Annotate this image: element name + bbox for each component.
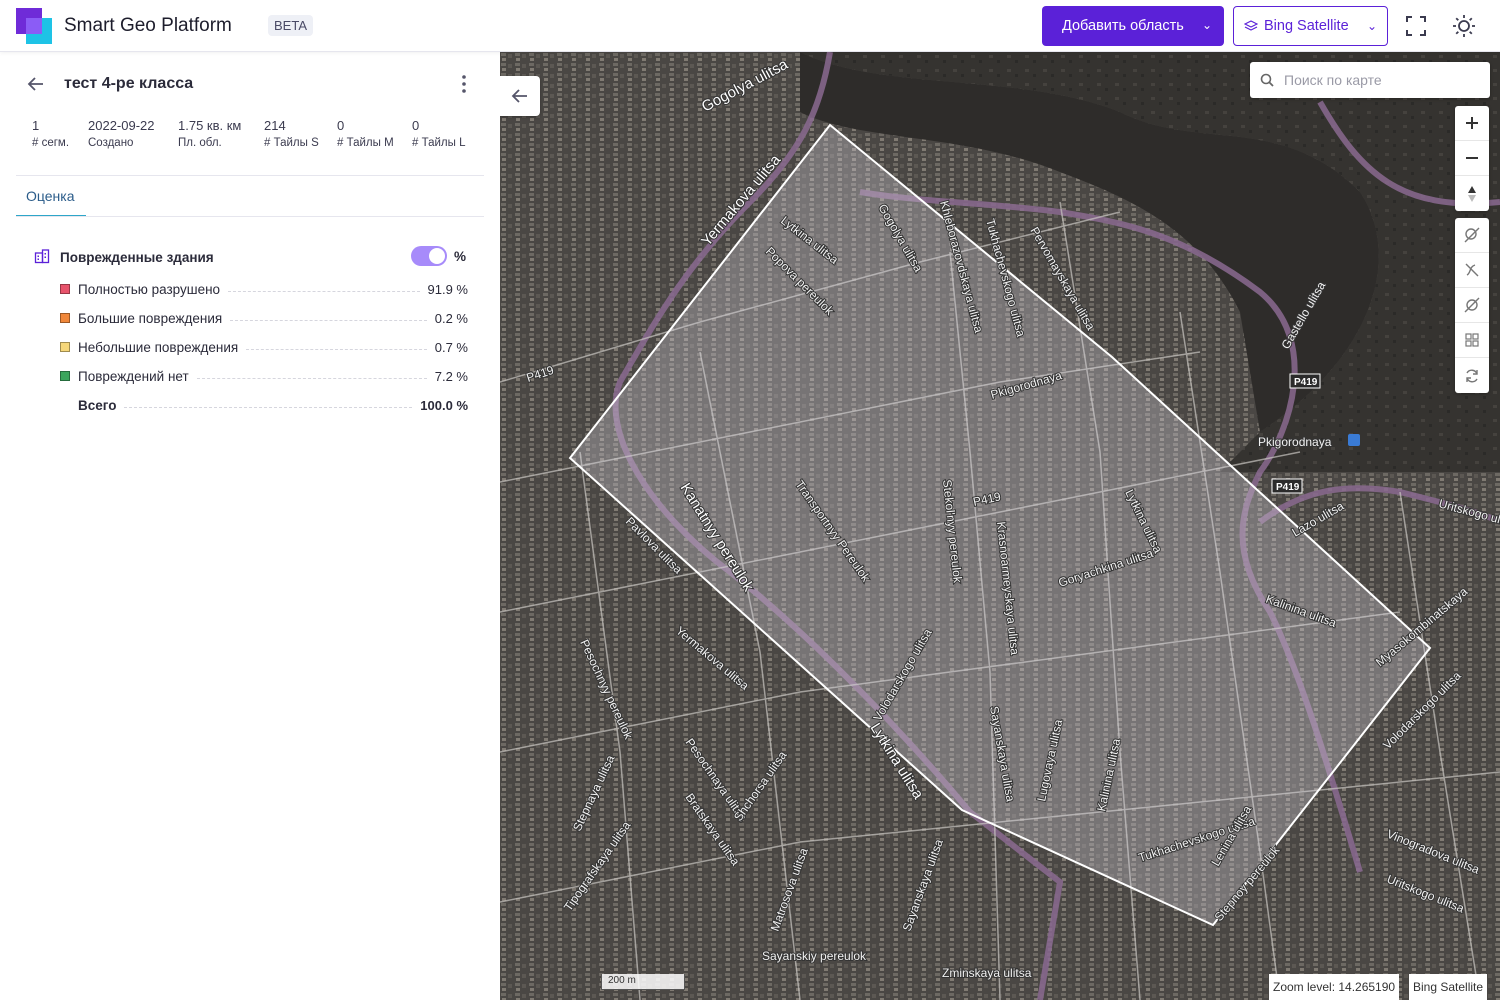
category-title: Поврежденные здания bbox=[60, 250, 214, 265]
tab-assessment[interactable]: Оценка bbox=[16, 188, 86, 217]
row-label: Небольшие повреждения bbox=[78, 339, 239, 355]
top-header: Smart Geo Platform BETA Добавить область… bbox=[0, 0, 1500, 52]
draw-tools bbox=[1455, 218, 1489, 393]
row-value: 91.9 % bbox=[427, 281, 468, 297]
row-label: Повреждений нет bbox=[78, 368, 189, 384]
plus-icon bbox=[1466, 117, 1478, 129]
line-off-icon bbox=[1465, 263, 1479, 277]
svg-text:Pkigorodnaya: Pkigorodnaya bbox=[1258, 435, 1332, 449]
total-value: 100.0 % bbox=[420, 397, 468, 413]
add-area-label: Добавить область bbox=[1062, 18, 1184, 34]
divider bbox=[16, 216, 484, 217]
unit-label: % bbox=[454, 249, 467, 264]
legend-row[interactable]: Повреждений нет 7.2 % bbox=[60, 367, 468, 385]
swatch-destroyed bbox=[60, 284, 70, 294]
arrow-left-icon bbox=[511, 89, 527, 103]
app-title: Smart Geo Platform bbox=[64, 15, 232, 36]
buildings-icon bbox=[34, 249, 50, 264]
basemap-select[interactable]: Bing Satellite ⌄ bbox=[1233, 6, 1388, 46]
minus-icon bbox=[1466, 157, 1478, 159]
area-title: тест 4-ре класса bbox=[64, 75, 194, 92]
compass-icon bbox=[1468, 185, 1476, 202]
draw-line-button[interactable] bbox=[1455, 253, 1489, 288]
more-options-icon[interactable] bbox=[454, 73, 474, 95]
add-area-button[interactable]: Добавить область ⌄ bbox=[1042, 6, 1224, 46]
satellite-map[interactable]: Gogolya ulitsa Yermakova ulitsa Lytkina … bbox=[500, 52, 1500, 1000]
compass-button[interactable] bbox=[1455, 176, 1489, 211]
layers-icon bbox=[1244, 20, 1258, 31]
search-icon bbox=[1260, 73, 1274, 87]
marker-off-icon bbox=[1464, 297, 1480, 313]
draw-polygon-button[interactable] bbox=[1455, 218, 1489, 253]
map-search[interactable] bbox=[1250, 62, 1490, 98]
collapse-panel-button[interactable] bbox=[500, 76, 540, 116]
svg-text:P419: P419 bbox=[1294, 377, 1318, 388]
area-details-panel: тест 4-ре класса 1 # сегм. 2022-09-22 Созд… bbox=[0, 52, 500, 1000]
row-value: 7.2 % bbox=[434, 368, 468, 384]
zoom-out-button[interactable] bbox=[1455, 141, 1489, 176]
polygon-off-icon bbox=[1464, 227, 1480, 243]
back-arrow-icon[interactable] bbox=[26, 74, 46, 94]
fullscreen-icon[interactable] bbox=[1404, 14, 1428, 38]
swatch-minor bbox=[60, 342, 70, 352]
percent-toggle[interactable] bbox=[411, 246, 447, 266]
app-logo[interactable] bbox=[16, 8, 52, 44]
search-input[interactable] bbox=[1284, 70, 1480, 90]
chevron-down-icon: ⌄ bbox=[1201, 18, 1212, 32]
chevron-down-icon: ⌄ bbox=[1366, 19, 1377, 33]
stat-created: 2022-09-22 Создано bbox=[88, 118, 155, 149]
beta-badge: BETA bbox=[268, 15, 313, 36]
street-label: Zminskaya ulitsa bbox=[942, 966, 1032, 980]
zoom-in-button[interactable] bbox=[1455, 106, 1489, 141]
stat-area: 1.75 кв. км Пл. обл. bbox=[178, 118, 242, 149]
draw-point-button[interactable] bbox=[1455, 288, 1489, 323]
grid-button[interactable] bbox=[1455, 323, 1489, 358]
stat-tiles-s: 214 # Тайлы S bbox=[264, 118, 319, 149]
map-view[interactable]: Gogolya ulitsa Yermakova ulitsa Lytkina … bbox=[500, 52, 1500, 1000]
legend-row[interactable]: Полностью разрушено 91.9 % bbox=[60, 280, 468, 298]
zoom-level: Zoom level: 14.265190 bbox=[1269, 974, 1400, 1000]
area-stats: 1 # сегм. 2022-09-22 Создано 1.75 кв. км Пл… bbox=[32, 118, 482, 158]
legend-total-row: Всего 100.0 % bbox=[78, 396, 468, 414]
stat-tiles-m: 0 # Тайлы M bbox=[337, 118, 394, 149]
row-value: 0.7 % bbox=[434, 339, 468, 355]
swatch-none bbox=[60, 371, 70, 381]
row-label: Полностью разрушено bbox=[78, 281, 221, 297]
row-value: 0.2 % bbox=[434, 310, 468, 326]
basemap-label: Bing Satellite bbox=[1264, 18, 1349, 34]
sun-icon[interactable] bbox=[1452, 14, 1476, 38]
refresh-button[interactable] bbox=[1455, 358, 1489, 393]
stat-segments: 1 # сегм. bbox=[32, 118, 70, 149]
street-label: Sayanskiy pereulok bbox=[762, 949, 867, 963]
row-label: Большие повреждения bbox=[78, 310, 223, 326]
scale-bar: 200 m bbox=[601, 974, 685, 990]
zoom-controls bbox=[1455, 106, 1489, 211]
legend-row[interactable]: Большие повреждения 0.2 % bbox=[60, 309, 468, 327]
swatch-major bbox=[60, 313, 70, 323]
grid-icon bbox=[1465, 333, 1479, 347]
stat-tiles-l: 0 # Тайлы L bbox=[412, 118, 466, 149]
map-attribution[interactable]: Bing Satellite bbox=[1409, 974, 1488, 1000]
svg-text:P419: P419 bbox=[1276, 482, 1300, 493]
total-label: Всего bbox=[78, 397, 117, 413]
refresh-icon bbox=[1466, 369, 1478, 382]
legend-row[interactable]: Небольшие повреждения 0.7 % bbox=[60, 338, 468, 356]
divider bbox=[16, 175, 484, 176]
